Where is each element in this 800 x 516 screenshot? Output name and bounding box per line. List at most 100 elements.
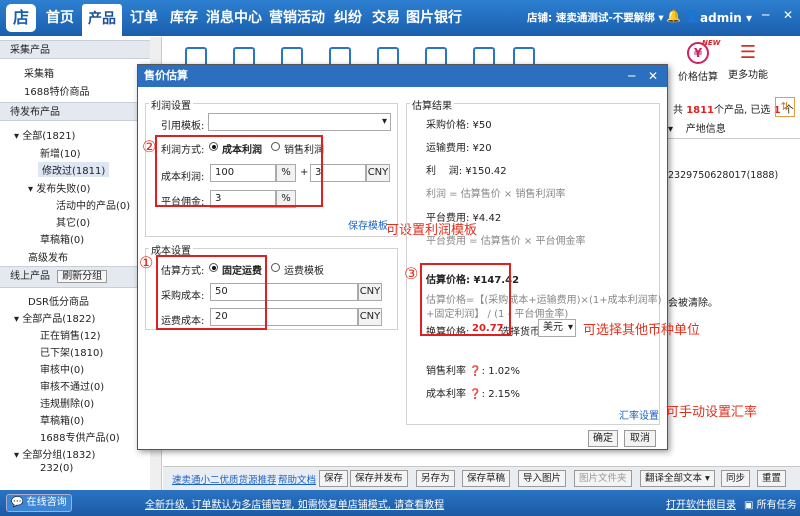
- dialog-minimize-icon[interactable]: ─: [628, 65, 635, 87]
- nav-tab-disputes[interactable]: 纠纷: [330, 0, 366, 36]
- nav-tab-trade[interactable]: 交易: [368, 0, 404, 36]
- sidebar-item-pending-all[interactable]: ▾ 全部(1821): [14, 127, 75, 142]
- fee-formula: 平台费用 = 估算售价 × 平台佣金率: [426, 236, 586, 247]
- all-tasks-button[interactable]: ▣ 所有任务: [744, 496, 797, 511]
- supplier-link[interactable]: 速卖通小二优质货源推荐: [172, 472, 277, 486]
- more-label: 更多功能: [728, 70, 768, 81]
- section-collect[interactable]: 采集产品: [0, 40, 161, 59]
- shop-label: 店铺:: [527, 12, 553, 24]
- cost-margin-value: 2.15%: [488, 389, 520, 400]
- shop-name: 速卖通测试-不要解绑: [555, 12, 655, 24]
- sidebar-item-advanced[interactable]: 高级发布: [28, 249, 68, 264]
- profit-formula: 利润 = 估算售价 × 销售利润率: [426, 189, 566, 200]
- circle-3-marker: ③: [404, 264, 419, 283]
- rate-setting-link[interactable]: 汇率设置: [619, 407, 659, 422]
- sidebar-item-1688[interactable]: 1688特价商品: [24, 83, 89, 98]
- fixed-profit-currency: CNY: [366, 164, 390, 182]
- col-header-text: 产地信息: [685, 124, 726, 135]
- cancel-button[interactable]: 取消: [624, 430, 656, 447]
- radio-shipping-template-label: 运费模板: [284, 266, 324, 277]
- row-text: 2329750628017(1888): [668, 170, 779, 181]
- sidebar-item-selling[interactable]: 正在销售(12): [40, 327, 101, 342]
- sidebar-item-collect-box[interactable]: 采集箱: [24, 65, 54, 80]
- platform-fee: 平台费用: ¥4.42: [426, 213, 502, 224]
- chat-icon: 💬: [11, 497, 24, 508]
- label: 全部分组(1832): [22, 450, 96, 461]
- menu-icon: ☰: [739, 42, 757, 63]
- user-icon: 👤: [685, 9, 700, 23]
- nav-tab-marketing[interactable]: 营销活动: [266, 0, 328, 36]
- sidebar-item-violation[interactable]: 违规删除(0): [40, 395, 94, 410]
- user-menu[interactable]: admin ▾: [700, 0, 752, 36]
- result-title: 估算结果: [410, 97, 454, 112]
- sidebar-item-offline[interactable]: 已下架(1810): [40, 344, 103, 359]
- save-button[interactable]: 保存: [319, 470, 349, 487]
- question-icon[interactable]: ❓: [469, 366, 481, 377]
- nav-tab-orders[interactable]: 订单: [126, 0, 162, 36]
- save-draft-button[interactable]: 保存草稿: [462, 470, 511, 487]
- sidebar-item-all-groups[interactable]: ▾ 全部分组(1832): [14, 446, 95, 461]
- sidebar-item-in-activity[interactable]: 活动中的产品(0): [56, 197, 130, 212]
- template-select[interactable]: ▾: [208, 113, 391, 131]
- reset-button[interactable]: 重置: [757, 470, 787, 487]
- currency-value: 美元: [543, 322, 563, 333]
- help-link[interactable]: 帮助文档: [278, 472, 316, 486]
- currency-select[interactable]: 美元 ▾: [538, 319, 576, 337]
- online-consult-button[interactable]: 💬 在线咨询: [6, 494, 72, 512]
- save-as-button[interactable]: 另存为: [416, 470, 455, 487]
- sidebar-item-drafts[interactable]: 草稿箱(0): [40, 231, 84, 246]
- section-online-title: 线上产品: [10, 271, 50, 282]
- settings-icon[interactable]: ⇅: [775, 97, 795, 117]
- purchase-price: 采购价格: ¥50: [426, 120, 492, 131]
- count-value: 1811: [686, 105, 715, 116]
- sidebar-item-dsr[interactable]: DSR低分商品: [28, 293, 89, 308]
- save-template-link[interactable]: 保存模板: [348, 217, 388, 232]
- sidebar-item-rejected[interactable]: 审核不通过(0): [40, 378, 104, 393]
- sidebar-item-new[interactable]: 新增(10): [40, 145, 81, 160]
- price-estimate-tool[interactable]: NEW ¥ 价格估算: [676, 39, 720, 83]
- image-folder-button[interactable]: 图片文件夹: [574, 470, 632, 487]
- nav-tab-image-bank[interactable]: 图片银行: [406, 0, 462, 36]
- upgrade-notice-link[interactable]: 全新升级, 订单默认为多店铺管理, 如需恢复单店铺模式, 请查看教程: [145, 496, 444, 511]
- shop-selector[interactable]: 店铺: 速卖通测试-不要解绑 ▾: [527, 0, 664, 36]
- sidebar-item-group-232[interactable]: 232(0): [40, 463, 73, 474]
- question-icon[interactable]: ❓: [469, 389, 481, 400]
- nav-tab-home[interactable]: 首页: [40, 0, 80, 36]
- shipping-cost-currency: CNY: [358, 308, 382, 326]
- consult-label: 在线咨询: [26, 497, 67, 508]
- profit-value: 利 润: ¥150.42: [426, 166, 507, 177]
- translate-label: 翻译全部文本: [645, 473, 703, 484]
- sidebar-item-failed[interactable]: ▾ 发布失败(0): [28, 180, 90, 195]
- tasks-icon: ▣: [744, 500, 754, 511]
- sidebar-item-online-all[interactable]: ▾ 全部产品(1822): [14, 310, 95, 325]
- sync-button[interactable]: 同步: [721, 470, 751, 487]
- dialog-title: 售价估算: [138, 65, 667, 87]
- chevron-down-icon: ▾: [567, 322, 573, 333]
- sidebar-item-other[interactable]: 其它(0): [56, 214, 90, 229]
- import-image-button[interactable]: 导入图片: [518, 470, 567, 487]
- bell-icon[interactable]: 🔔: [666, 9, 681, 23]
- sidebar-item-modified[interactable]: 修改过(1811): [38, 162, 110, 177]
- save-publish-button[interactable]: 保存并发布: [350, 470, 408, 487]
- nav-tab-inventory[interactable]: 库存: [166, 0, 202, 36]
- minimize-icon[interactable]: ─: [762, 8, 769, 22]
- label: 全部(1821): [22, 131, 76, 142]
- translate-all-button[interactable]: 翻译全部文本 ▾: [640, 470, 715, 487]
- dialog-close-icon[interactable]: ✕: [648, 65, 658, 87]
- close-icon[interactable]: ✕: [783, 8, 793, 22]
- highlight-cost-box: [156, 255, 267, 330]
- annotation-currency: 可选择其他币种单位: [583, 323, 701, 338]
- sidebar-item-1688-exclusive[interactable]: 1688专供产品(0): [40, 429, 120, 444]
- nav-tab-messages[interactable]: 消息中心: [204, 0, 264, 36]
- refresh-group-button[interactable]: 刷新分组: [57, 270, 108, 283]
- radio-shipping-template[interactable]: [271, 263, 280, 272]
- nav-tab-products[interactable]: 产品: [82, 4, 122, 36]
- app-logo-icon: 店: [6, 4, 36, 32]
- sidebar-item-reviewing[interactable]: 审核中(0): [40, 361, 84, 376]
- sidebar-item-online-drafts[interactable]: 草稿箱(0): [40, 412, 84, 427]
- template-label: 引用模板:: [161, 121, 205, 132]
- price-estimate-dialog: 售价估算 ─ ✕ 利润设置 引用模板: ▾ 利润方式: 成本利润 销售利润 成本…: [137, 64, 757, 450]
- ok-button[interactable]: 确定: [588, 430, 618, 447]
- open-root-dir-link[interactable]: 打开软件根目录: [666, 496, 736, 511]
- more-functions[interactable]: ☰ 更多功能: [724, 40, 772, 81]
